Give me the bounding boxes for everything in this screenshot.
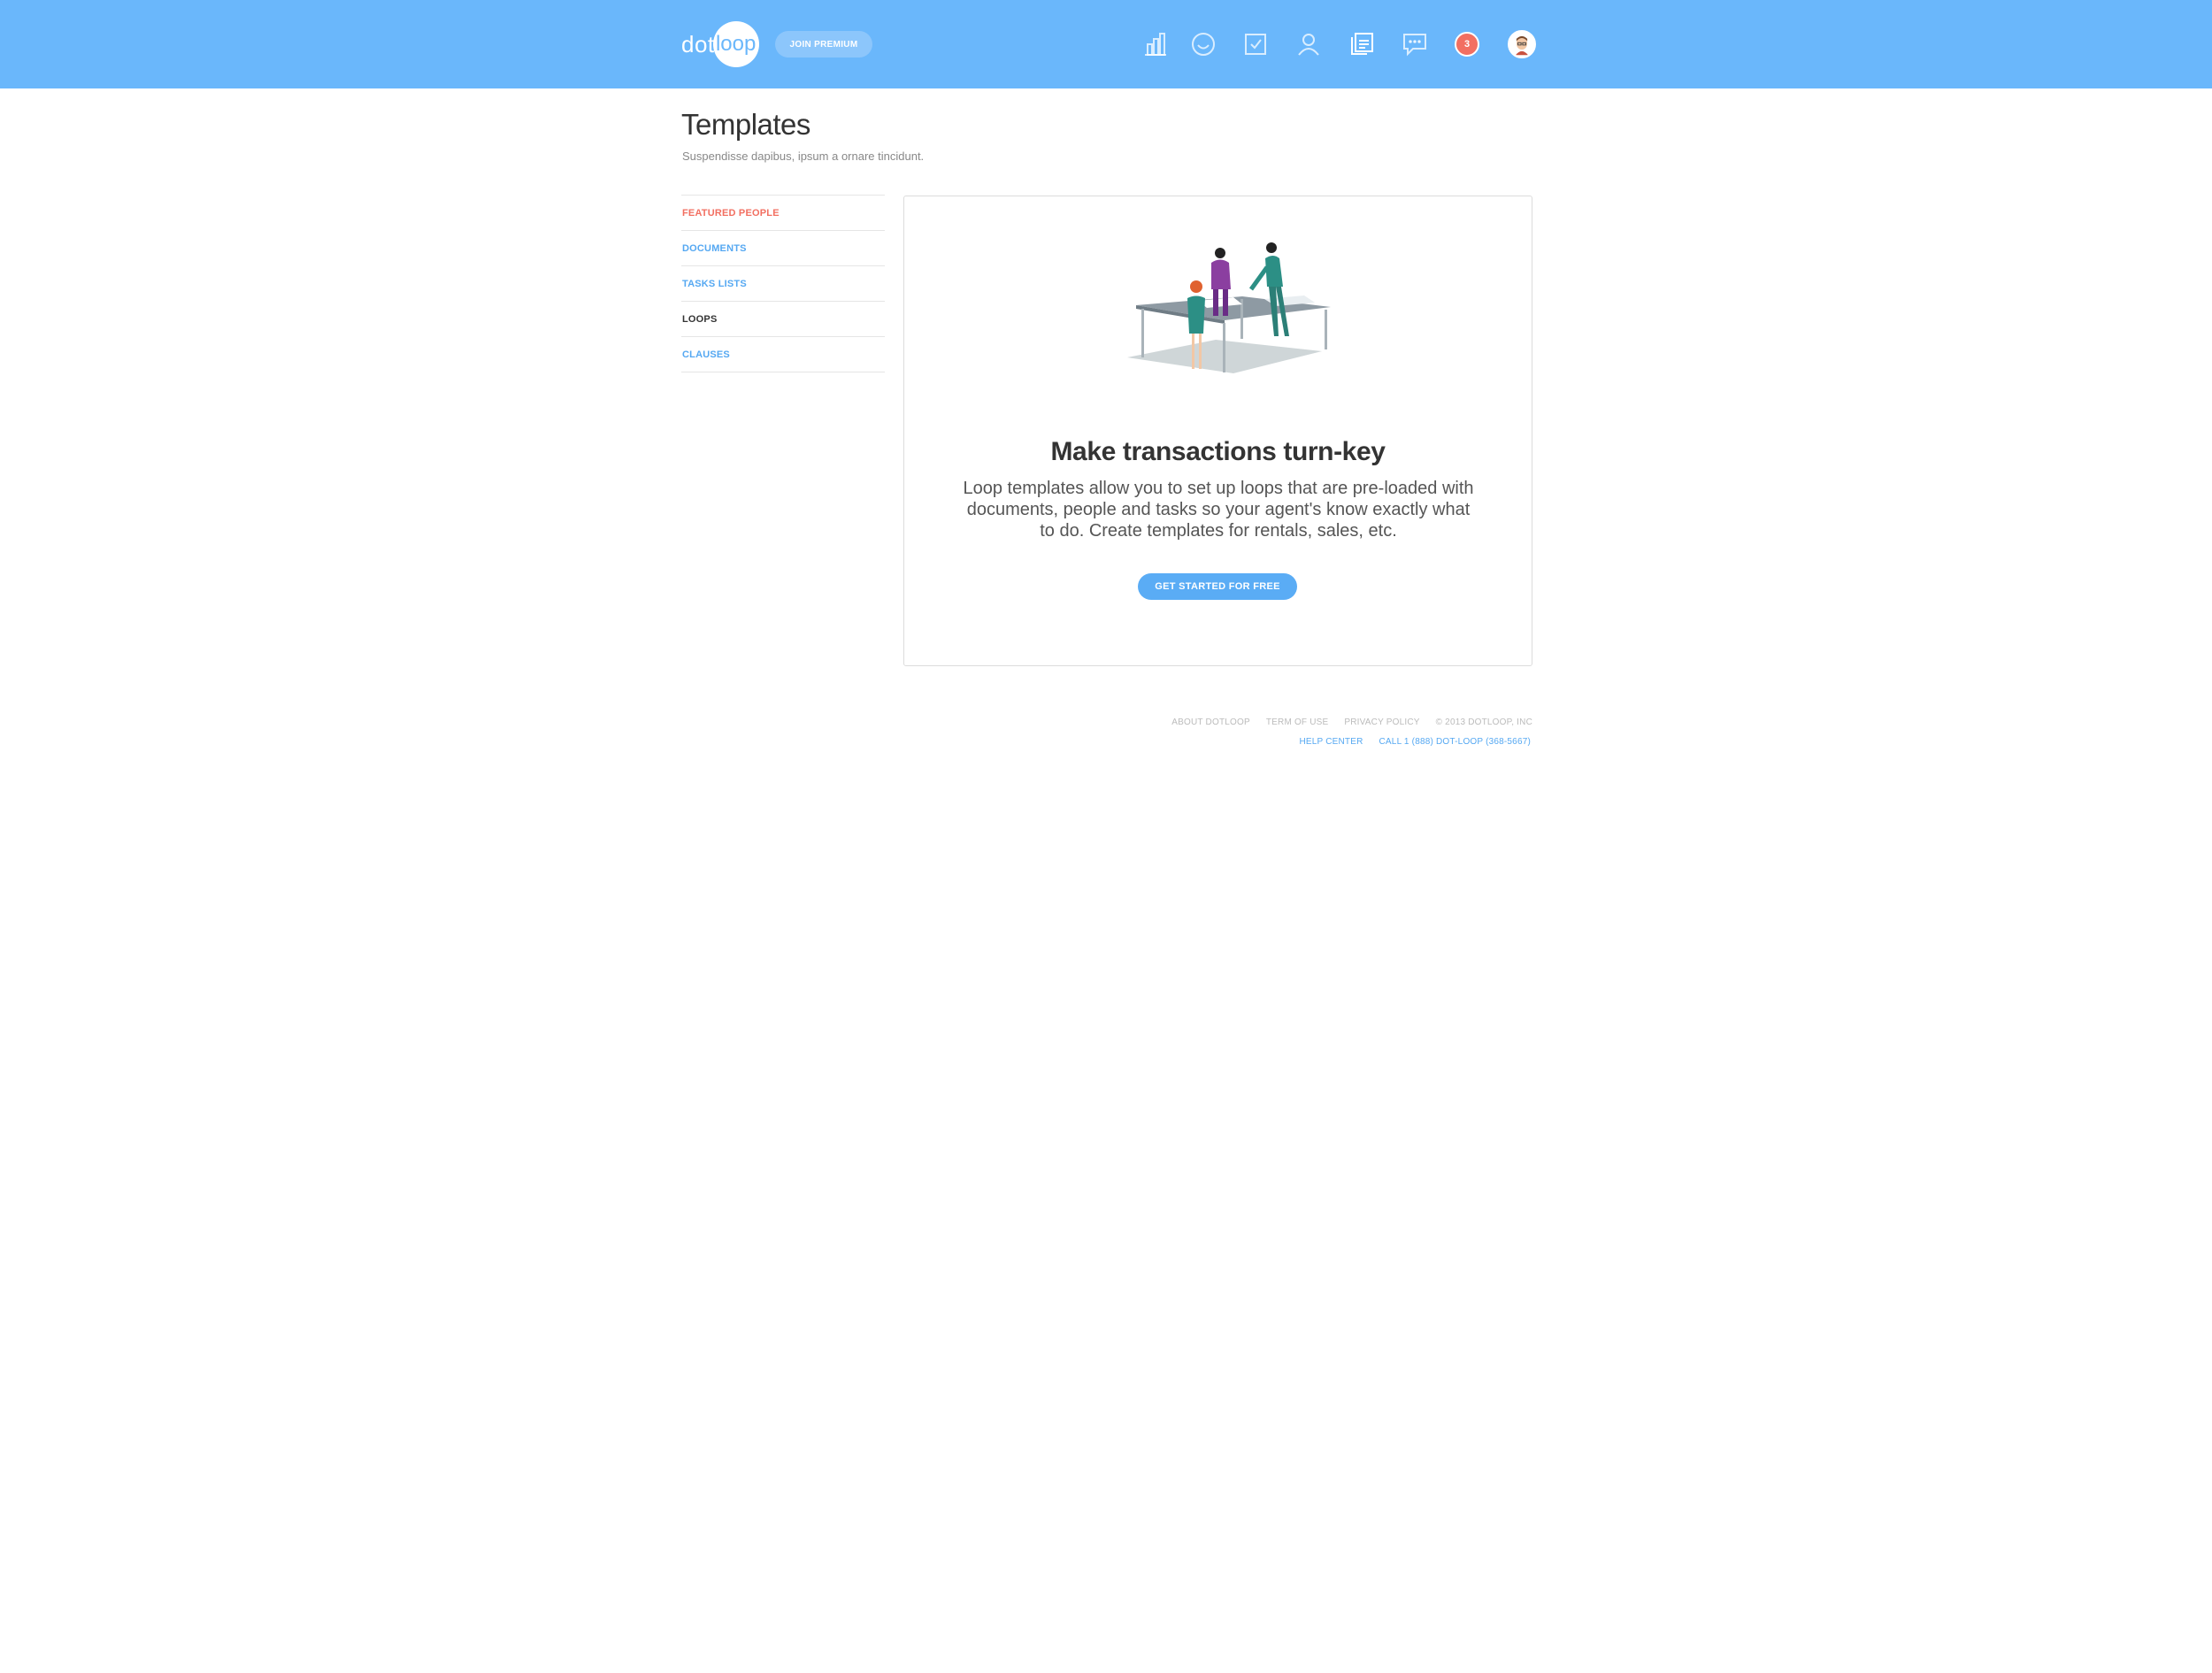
card-title: Make transactions turn-key — [1050, 437, 1386, 466]
footer-about-link[interactable]: ABOUT DOTLOOP — [1171, 718, 1250, 727]
page-title: Templates — [681, 108, 810, 141]
sidebar-item-featured-people[interactable]: FEATURED PEOPLE — [681, 196, 885, 231]
top-navigation-bar: dot loop JOIN PREMIUM 3 — [0, 0, 2212, 88]
sidebar-item-documents[interactable]: DOCUMENTS — [681, 231, 885, 266]
footer-privacy-link[interactable]: PRIVACY POLICY — [1344, 718, 1419, 727]
templates-sidebar: FEATURED PEOPLE DOCUMENTS TASKS LISTS LO… — [681, 195, 885, 372]
get-started-button[interactable]: GET STARTED FOR FREE — [1138, 573, 1297, 600]
user-avatar[interactable] — [1508, 30, 1536, 58]
sidebar-item-loops[interactable]: LOOPS — [681, 302, 885, 337]
checklist-icon[interactable] — [1240, 28, 1271, 60]
footer-terms-link[interactable]: TERM OF USE — [1266, 718, 1329, 727]
dotloop-logo[interactable]: dot loop — [681, 21, 759, 67]
footer-support-links: HELP CENTER CALL 1 (888) DOT-LOOP (368-5… — [1299, 737, 1531, 747]
empty-state-card: Make transactions turn-key Loop template… — [903, 196, 1532, 666]
sidebar-item-clauses[interactable]: CLAUSES — [681, 337, 885, 372]
logo-text-loop: loop — [715, 32, 757, 56]
page-subtitle: Suspendisse dapibus, ipsum a ornare tinc… — [682, 150, 925, 163]
footer-call-link[interactable]: CALL 1 (888) DOT-LOOP (368-5667) — [1379, 737, 1531, 747]
documents-icon[interactable] — [1346, 28, 1378, 60]
chat-icon[interactable] — [1399, 28, 1431, 60]
card-description: Loop templates allow you to set up loops… — [963, 479, 1474, 541]
bar-chart-icon[interactable] — [1140, 28, 1171, 60]
people-at-table-illustration — [1127, 242, 1331, 373]
avatar-face-icon — [1509, 32, 1534, 57]
sidebar-item-tasks-lists[interactable]: TASKS LISTS — [681, 266, 885, 302]
notifications-badge[interactable]: 3 — [1455, 32, 1479, 57]
join-premium-button[interactable]: JOIN PREMIUM — [775, 31, 872, 58]
smile-icon[interactable] — [1187, 28, 1219, 60]
person-icon[interactable] — [1293, 28, 1325, 60]
footer-copyright: © 2013 DOTLOOP, INC — [1435, 718, 1532, 727]
footer-links: ABOUT DOTLOOP TERM OF USE PRIVACY POLICY… — [1171, 718, 1532, 727]
logo-text-dot: dot — [681, 30, 715, 58]
footer-help-center-link[interactable]: HELP CENTER — [1299, 737, 1363, 747]
logo-circle: loop — [712, 21, 759, 67]
